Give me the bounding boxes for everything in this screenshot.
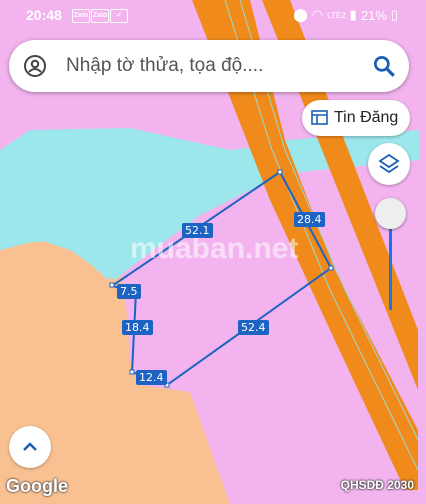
check-icon: ✓ bbox=[110, 9, 128, 23]
layers-icon bbox=[378, 153, 400, 174]
edge-label: 52.4 bbox=[238, 320, 269, 335]
edge-label: 18.4 bbox=[122, 320, 153, 335]
battery-label: 21% bbox=[360, 7, 387, 23]
status-bar: 20:48 Zalo Zalo ✓ ⬤ ◠ LTE2 ▮ 21% ▯ bbox=[0, 0, 426, 30]
tin-dang-button[interactable]: Tin Đăng bbox=[302, 100, 410, 136]
edge-label: 12.4 bbox=[136, 370, 167, 385]
clock: 20:48 bbox=[26, 7, 62, 23]
search-bar[interactable]: Nhập tờ thửa, tọa độ.... bbox=[9, 40, 409, 92]
layers-button[interactable] bbox=[368, 143, 410, 185]
expand-button[interactable] bbox=[9, 426, 51, 468]
search-icon[interactable] bbox=[371, 53, 397, 79]
edge-label: 28.4 bbox=[294, 212, 325, 227]
news-icon bbox=[311, 110, 328, 125]
chevron-up-icon bbox=[23, 442, 37, 451]
location-icon: ⬤ bbox=[293, 7, 308, 22]
edge-label: 52.1 bbox=[182, 223, 213, 238]
edge-label: 7.5 bbox=[117, 284, 141, 299]
wifi-icon: ◠ bbox=[311, 7, 324, 22]
battery-icon: ▯ bbox=[390, 7, 398, 22]
signal-icon: ▮ bbox=[349, 7, 357, 22]
zalo-icon: Zalo bbox=[72, 9, 90, 23]
watermark: muaban.net bbox=[130, 232, 299, 265]
google-logo: Google bbox=[6, 476, 68, 496]
network-label: LTE2 bbox=[327, 10, 346, 20]
search-input[interactable]: Nhập tờ thửa, tọa độ.... bbox=[66, 55, 263, 77]
zalo-icon: Zalo bbox=[91, 9, 109, 23]
opacity-slider-knob[interactable] bbox=[375, 198, 406, 229]
account-circle-icon[interactable] bbox=[23, 54, 47, 78]
tin-dang-label: Tin Đăng bbox=[334, 109, 399, 126]
layer-label: QHSDĐ 2030 bbox=[340, 478, 414, 492]
